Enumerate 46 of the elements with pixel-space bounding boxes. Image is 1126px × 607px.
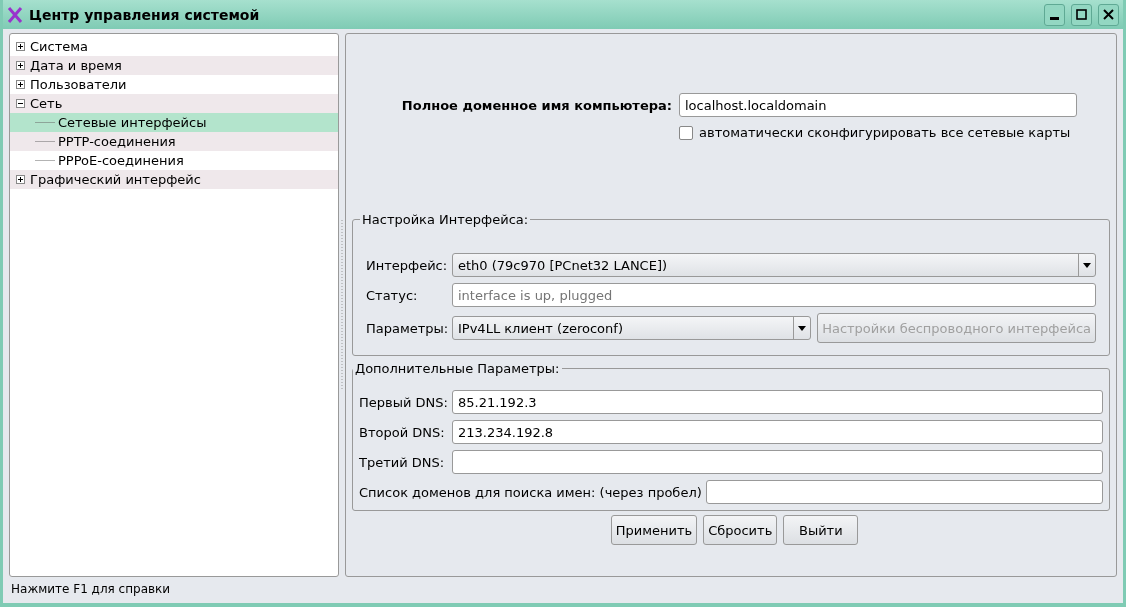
- input-field[interactable]: [705, 480, 1103, 504]
- window-title: Центр управления системой: [29, 6, 261, 23]
- field-label: Параметры:: [366, 320, 450, 336]
- field-label: Список доменов для поиска имен: (через пробел): [359, 484, 702, 500]
- input-field[interactable]: [452, 450, 1103, 474]
- input-field[interactable]: 213.234.192.8: [452, 420, 1103, 444]
- field-label: Статус:: [366, 287, 419, 303]
- tree-item[interactable]: Сеть: [10, 94, 338, 113]
- field-label: Второй DNS:: [359, 424, 446, 440]
- dropdown[interactable]: eth0 (79c970 [PCnet32 LANCE]): [452, 253, 1096, 277]
- collapse-icon[interactable]: [16, 99, 25, 108]
- group-title: Дополнительные Параметры:: [354, 361, 561, 376]
- minimize-button[interactable]: [1044, 3, 1065, 26]
- group-title: Настройка Интерфейса:: [361, 212, 530, 227]
- tree-item[interactable]: PPTP-соединения: [10, 132, 338, 151]
- expand-icon[interactable]: [16, 61, 25, 70]
- tree-item[interactable]: Система: [10, 37, 338, 56]
- dialog-button[interactable]: Сбросить: [703, 515, 778, 545]
- field-label: Третий DNS:: [359, 454, 446, 470]
- tree-item[interactable]: Дата и время: [10, 56, 338, 75]
- tree-item[interactable]: Пользователи: [10, 75, 338, 94]
- expand-icon[interactable]: [16, 175, 25, 184]
- dialog-button[interactable]: Применить: [610, 515, 698, 545]
- dialog-button[interactable]: Выйти: [783, 515, 859, 545]
- minimize-icon: [1050, 17, 1059, 20]
- hostname-field[interactable]: localhost.localdomain: [679, 93, 1077, 117]
- expand-icon[interactable]: [16, 80, 25, 89]
- close-button[interactable]: [1098, 3, 1119, 26]
- tree-item[interactable]: PPPoE-соединения: [10, 151, 338, 170]
- input-field[interactable]: 85.21.192.3: [452, 390, 1103, 414]
- tree-item[interactable]: Сетевые интерфейсы: [10, 113, 338, 132]
- x-logo-icon: [7, 6, 23, 23]
- dropdown-arrow-icon: [1083, 262, 1091, 268]
- tree-item[interactable]: Графический интерфейс: [10, 170, 338, 189]
- expand-icon[interactable]: [16, 42, 25, 51]
- maximize-icon: [1076, 9, 1087, 20]
- hostname-label: Полное доменное имя компьютера:: [400, 97, 672, 113]
- dropdown[interactable]: IPv4LL клиент (zeroconf): [452, 316, 812, 340]
- checkbox[interactable]: [679, 125, 693, 140]
- close-icon: [1103, 9, 1114, 20]
- checkbox-label: автоматически сконфигурировать все сетевые карты: [699, 125, 1071, 140]
- status-bar-text: Нажмите F1 для справки: [10, 581, 172, 598]
- dropdown-arrow-icon: [798, 325, 807, 331]
- field-label: Первый DNS:: [359, 394, 448, 410]
- field-label: Интерфейс:: [366, 257, 449, 273]
- maximize-button[interactable]: [1071, 3, 1092, 26]
